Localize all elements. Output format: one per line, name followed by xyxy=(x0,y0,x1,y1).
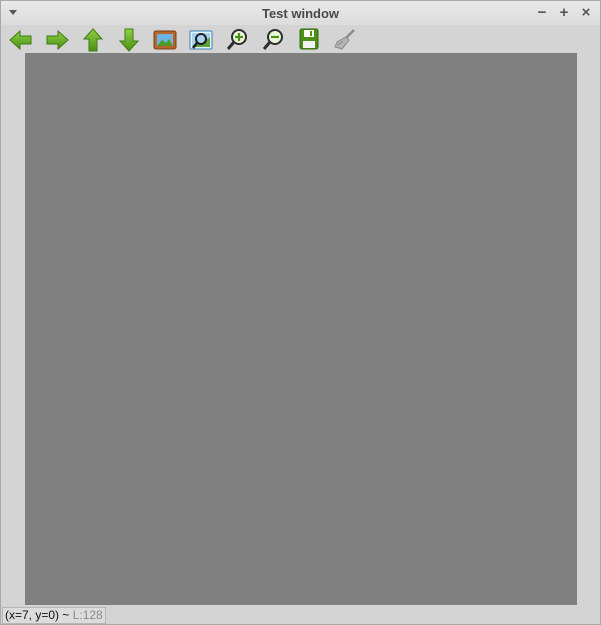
status-readout: (x=7, y=0) ~ L:128 xyxy=(2,607,106,624)
image-button[interactable] xyxy=(152,27,178,53)
maximize-button[interactable]: + xyxy=(556,5,572,21)
window-title: Test window xyxy=(261,6,340,21)
status-level: L:128 xyxy=(72,608,103,622)
back-button[interactable] xyxy=(8,27,34,53)
arrow-down-icon xyxy=(118,28,140,52)
zoom-fit-button[interactable] xyxy=(188,27,214,53)
app-window: Test window − + × (x=7, y=0) ~ L:128 xyxy=(0,0,601,625)
title-bar[interactable]: Test window − + × xyxy=(1,1,600,25)
arrow-up-icon xyxy=(82,28,104,52)
arrow-right-icon xyxy=(46,29,69,51)
close-button[interactable]: × xyxy=(578,5,594,21)
forward-button[interactable] xyxy=(44,27,70,53)
image-canvas[interactable] xyxy=(25,53,577,605)
down-button[interactable] xyxy=(116,27,142,53)
status-bar: (x=7, y=0) ~ L:128 xyxy=(1,605,600,624)
save-button[interactable] xyxy=(296,27,322,53)
zoom-fit-icon xyxy=(189,30,213,50)
arrow-left-icon xyxy=(9,29,32,51)
zoom-out-icon xyxy=(262,29,283,50)
clear-brush-icon xyxy=(334,29,355,50)
minimize-button[interactable]: − xyxy=(534,5,550,21)
save-icon xyxy=(299,28,319,50)
image-icon xyxy=(153,30,177,50)
status-coords: (x=7, y=0) ~ xyxy=(5,608,73,622)
zoom-in-icon xyxy=(226,29,247,50)
zoom-out-button[interactable] xyxy=(260,27,286,53)
zoom-in-button[interactable] xyxy=(224,27,250,53)
up-button[interactable] xyxy=(80,27,106,53)
toolbar xyxy=(1,25,600,53)
clear-button[interactable] xyxy=(332,27,358,53)
